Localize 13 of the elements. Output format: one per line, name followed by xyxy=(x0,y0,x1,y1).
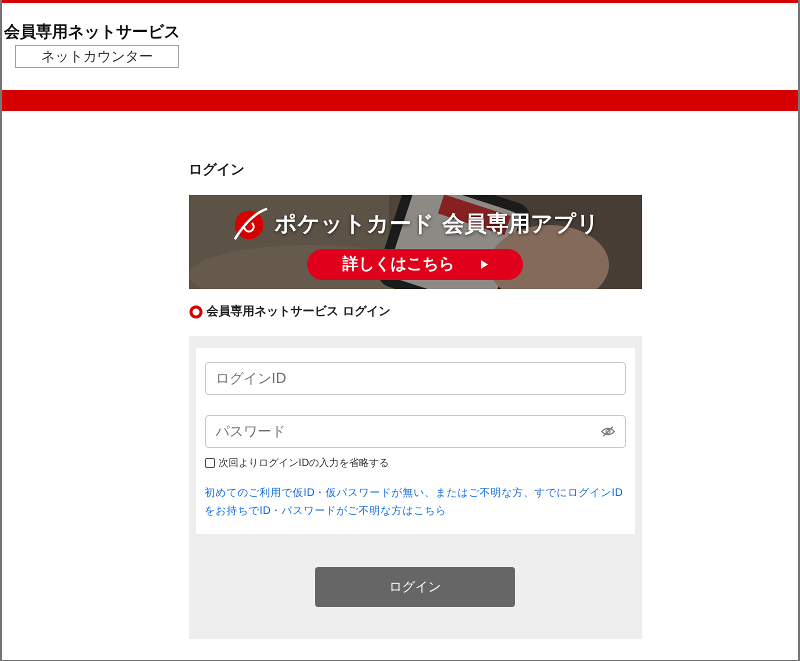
password-field[interactable]: パスワード xyxy=(204,415,626,448)
site-title: 会員専用ネットサービス xyxy=(4,21,181,43)
help-link[interactable]: 初めてのご利用で仮ID・仮パスワードが無い、またはご不明な方、すでにログインIDをお持ちでID・パスワードがご不明な方はこちら xyxy=(204,484,626,520)
login-button[interactable]: ログイン xyxy=(315,567,515,607)
login-id-field[interactable]: ログインID xyxy=(204,362,626,395)
remember-checkbox[interactable] xyxy=(204,458,214,468)
remember-label: 次回よりログインIDの入力を省略する xyxy=(218,456,390,470)
login-heading: ログイン xyxy=(188,161,246,179)
section-title: 会員専用ネットサービス ログイン xyxy=(206,303,391,320)
net-counter-button[interactable]: ネットカウンター xyxy=(15,45,179,68)
details-button[interactable]: 詳しくはこちら xyxy=(307,249,523,280)
ring-icon xyxy=(188,304,202,318)
eye-slash-icon[interactable] xyxy=(600,425,616,438)
